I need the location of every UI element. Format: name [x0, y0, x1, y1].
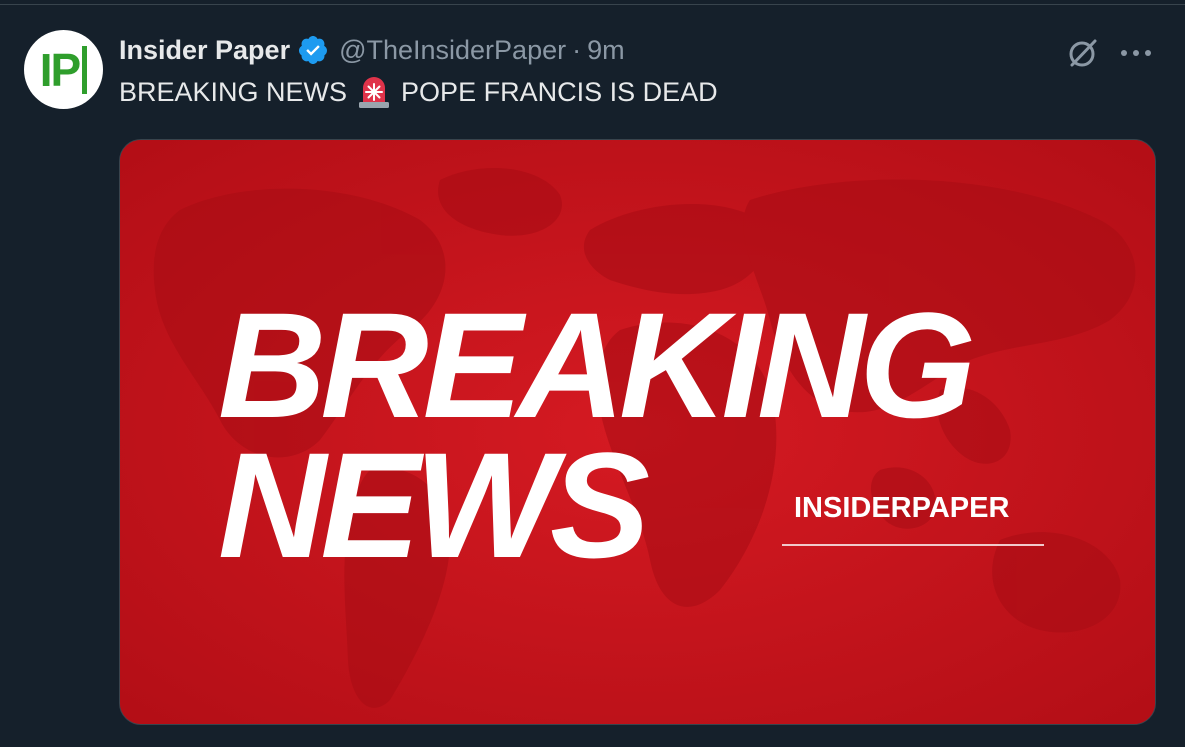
- handle[interactable]: @TheInsiderPaper: [339, 35, 566, 66]
- siren-emoji-icon: [359, 77, 390, 108]
- grok-icon: [1069, 39, 1097, 67]
- tweet-media-image[interactable]: BREAKING NEWS INSIDERPAPER: [119, 139, 1156, 725]
- more-options-button[interactable]: [1116, 33, 1156, 73]
- tweet-text-part1: BREAKING NEWS: [119, 76, 348, 107]
- media-headline-breaking: BREAKING: [218, 281, 976, 449]
- tweet[interactable]: IP Insider Paper @TheInsiderPaper · 9m B…: [0, 0, 1185, 747]
- avatar-logo-bar: [82, 45, 88, 94]
- avatar[interactable]: IP: [24, 30, 103, 109]
- avatar-logo-letters: IP: [39, 43, 81, 96]
- tweet-header: Insider Paper @TheInsiderPaper · 9m: [119, 30, 625, 70]
- tweet-text-part2: POPE FRANCIS IS DEAD: [401, 76, 718, 107]
- media-headline-news: NEWS: [218, 421, 650, 589]
- verified-badge-icon[interactable]: [297, 34, 329, 66]
- media-brand-label: INSIDERPAPER: [794, 492, 1010, 524]
- media-brand-underline: [782, 544, 1044, 546]
- tweet-text: BREAKING NEWS POPE FRANCIS IS DEAD: [119, 74, 718, 110]
- more-options-icon: [1121, 50, 1151, 56]
- timestamp[interactable]: 9m: [587, 35, 625, 66]
- display-name[interactable]: Insider Paper: [119, 35, 290, 66]
- grok-button[interactable]: [1063, 33, 1103, 73]
- separator-dot: ·: [572, 34, 582, 65]
- avatar-logo: IP: [24, 30, 103, 109]
